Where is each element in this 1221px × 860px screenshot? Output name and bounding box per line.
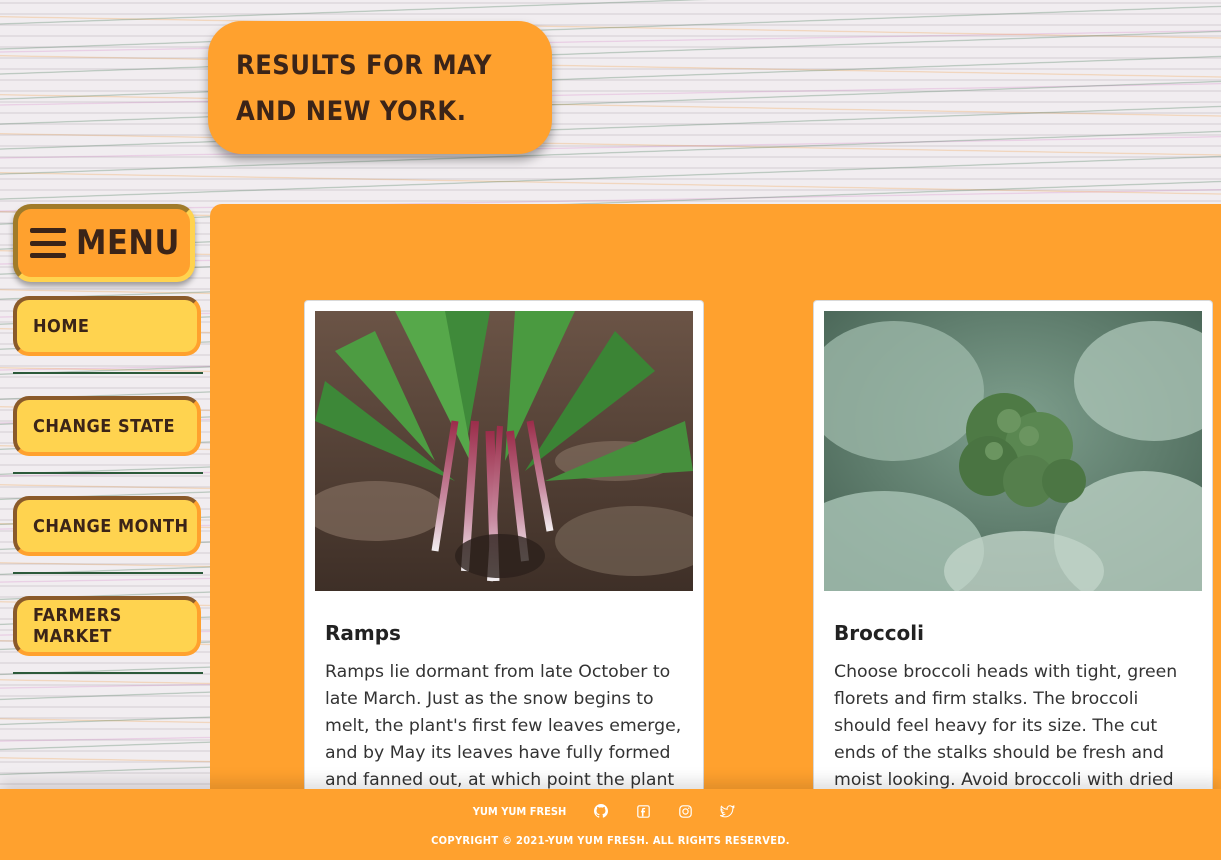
- menu-toggle-button[interactable]: Menu: [13, 204, 195, 282]
- github-icon[interactable]: [580, 803, 622, 819]
- menu-label: Menu: [76, 223, 180, 263]
- sidebar-divider: [13, 672, 203, 674]
- results-panel: Ramps Ramps lie dormant from late Octobe…: [210, 204, 1221, 860]
- sidebar-item-label: Farmers Market: [33, 605, 122, 647]
- copyright-text: Copyright © 2021-Yum Yum Fresh. All righ…: [431, 834, 790, 847]
- facebook-icon[interactable]: [622, 803, 664, 819]
- page-title: Results for May and New York.: [236, 50, 492, 127]
- hamburger-icon: [30, 228, 66, 258]
- sidebar-divider: [13, 472, 203, 474]
- sidebar-item-farmers-market[interactable]: Farmers Market: [13, 596, 201, 656]
- footer-brand: Yum Yum Fresh: [472, 804, 567, 818]
- produce-card[interactable]: Ramps Ramps lie dormant from late Octobe…: [304, 300, 704, 820]
- broccoli-photo: [824, 311, 1202, 591]
- sidebar-item-label: Change Month: [33, 515, 189, 537]
- sidebar-divider: [13, 372, 203, 374]
- produce-card[interactable]: Broccoli Choose broccoli heads with tigh…: [813, 300, 1213, 820]
- sidebar-item-change-month[interactable]: Change Month: [13, 496, 201, 556]
- ramps-photo: [315, 311, 693, 591]
- page-title-banner: Results for May and New York.: [208, 21, 552, 154]
- footer: Yum Yum Fresh Copyright © 2021-Yum Yum F…: [0, 789, 1221, 860]
- instagram-icon[interactable]: [664, 803, 706, 819]
- twitter-icon[interactable]: [706, 803, 748, 819]
- sidebar-item-label: Change State: [33, 415, 176, 437]
- card-title: Ramps: [325, 621, 401, 645]
- sidebar-divider: [13, 572, 203, 574]
- card-title: Broccoli: [834, 621, 925, 645]
- sidebar-item-label: Home: [33, 315, 90, 337]
- sidebar-item-home[interactable]: Home: [13, 296, 201, 356]
- sidebar-item-change-state[interactable]: Change State: [13, 396, 201, 456]
